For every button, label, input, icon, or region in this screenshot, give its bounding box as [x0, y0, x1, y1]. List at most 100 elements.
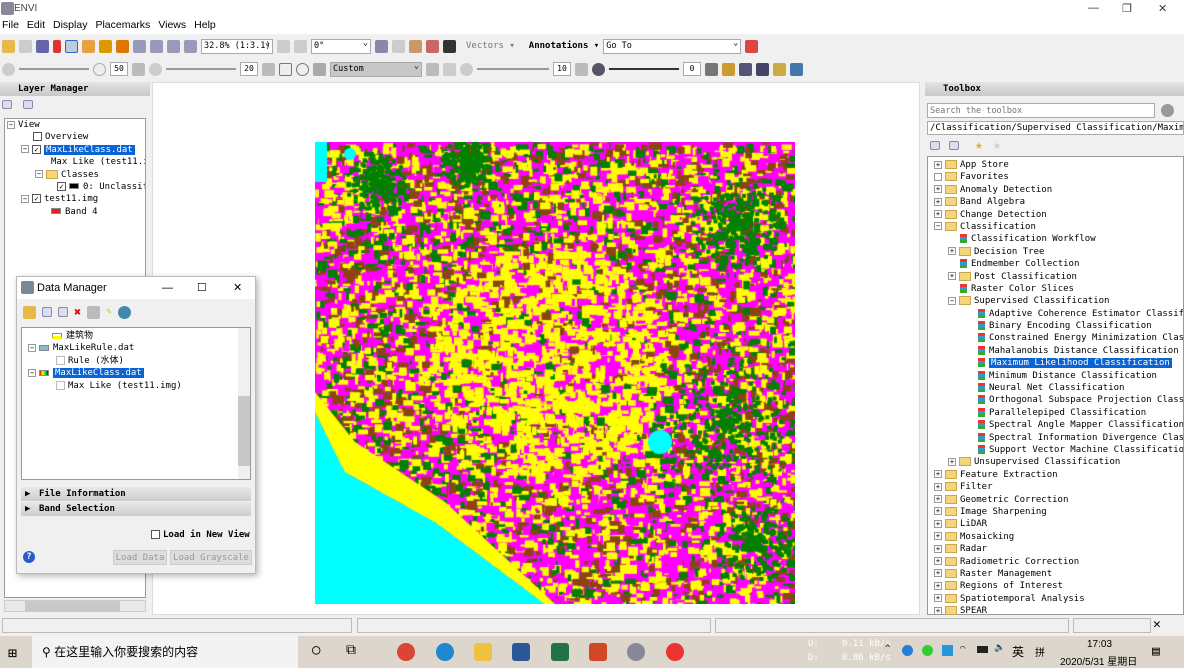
brightness-value[interactable]: 50 [110, 62, 128, 76]
tree-band[interactable]: Band 4 [7, 206, 145, 218]
clock-date[interactable]: 2020/5/31 星期日 [1060, 653, 1137, 668]
tree-class-item[interactable]: ✓ 0: Unclassif [7, 181, 145, 193]
roi-item[interactable]: 建筑物 [22, 330, 250, 342]
toolbox-folder[interactable]: + Anomaly Detection [934, 184, 1183, 196]
netease-music-icon[interactable] [666, 643, 684, 661]
select-icon[interactable] [65, 39, 78, 53]
toolbox-folder[interactable]: Favorites [934, 171, 1183, 183]
toolbox-folder[interactable]: + Raster Management [934, 568, 1183, 580]
windows-start-icon[interactable]: ⊞ [8, 644, 17, 662]
sharpen-slider[interactable] [477, 68, 549, 70]
toolbox-folder[interactable]: + Radar [934, 543, 1183, 555]
toolbox-tool[interactable]: Mahalanobis Distance Classification [934, 345, 1183, 357]
expand-icon[interactable] [949, 141, 959, 150]
reset-icon[interactable] [705, 62, 718, 76]
battery-icon[interactable] [977, 646, 988, 653]
toolbox-tool[interactable]: Neural Net Classification [934, 382, 1183, 394]
zoom-combo[interactable]: 32.8% (1:3.1) [201, 37, 273, 54]
toolbox-folder[interactable]: + SPEAR [934, 605, 1183, 617]
crosshair-icon[interactable] [375, 39, 388, 53]
tree-layer[interactable]: − ✓ MaxLikeClass.dat [7, 144, 145, 156]
move-down-icon[interactable] [58, 307, 68, 317]
class-file[interactable]: − MaxLikeClass.dat [22, 367, 250, 379]
toolbox-folder[interactable]: + Radiometric Correction [934, 556, 1183, 568]
toolbox-folder[interactable]: + LiDAR [934, 518, 1183, 530]
cancel-icon[interactable]: ✕ [1153, 617, 1161, 632]
stop-icon[interactable] [745, 39, 759, 53]
histogram-icon[interactable] [443, 62, 456, 76]
close-file-icon[interactable]: ✖ [74, 305, 81, 319]
zoom-in-icon[interactable] [150, 39, 163, 53]
rotation-combo[interactable]: 0° [311, 37, 371, 54]
close-button[interactable]: ✕ [1158, 2, 1167, 15]
toolbox-tool[interactable]: Raster Color Slices [934, 283, 1183, 295]
swipe-icon[interactable] [790, 62, 803, 76]
volume-icon[interactable]: 🔈 [994, 643, 1005, 653]
toolbox-folder[interactable]: + Band Algebra [934, 196, 1183, 208]
toolbox-tool[interactable]: Classification Workflow [934, 233, 1183, 245]
transparency-value[interactable]: 0 [683, 62, 701, 76]
zoom-icon[interactable] [133, 39, 146, 53]
chip-icon[interactable] [426, 39, 439, 53]
toolbox-tool[interactable]: Endmember Collection [934, 258, 1183, 270]
tray-app-icon[interactable] [942, 645, 953, 656]
open-icon[interactable] [2, 39, 15, 53]
band-selection-section[interactable]: ▶ Band Selection [21, 502, 251, 516]
clock-time[interactable]: 17:03 [1087, 639, 1112, 650]
refresh-icon[interactable] [117, 305, 131, 319]
rule-file[interactable]: − MaxLikeRule.dat [22, 342, 250, 354]
collapse-icon[interactable] [930, 141, 940, 150]
full-extent-icon[interactable] [296, 62, 309, 76]
toolbox-folder[interactable]: + Unsupervised Classification [934, 456, 1183, 468]
toolbox-tool[interactable]: Binary Encoding Classification [934, 320, 1183, 332]
tree-maxlike-band[interactable]: Max Like (test11.i [7, 156, 145, 168]
explorer-icon[interactable] [474, 643, 492, 661]
wechat-icon[interactable] [922, 645, 933, 656]
fly-icon[interactable] [99, 39, 112, 53]
transparency-slider[interactable] [609, 68, 679, 70]
toolbox-folder[interactable]: + Geometric Correction [934, 494, 1183, 506]
placemark-icon[interactable] [53, 39, 61, 53]
view-icon[interactable] [739, 62, 752, 76]
load-new-view-checkbox[interactable]: Load in New View [151, 530, 250, 540]
annotations-menu[interactable]: Annotations ▾ [529, 41, 599, 51]
notification-icon[interactable]: ▤ [1152, 644, 1160, 659]
help-icon[interactable]: ? [23, 551, 35, 563]
toolbox-folder[interactable]: + Spatiotemporal Analysis [934, 593, 1183, 605]
vectors-menu[interactable]: Vectors ▾ [466, 41, 515, 51]
toolbox-folder[interactable]: + Decision Tree [934, 246, 1183, 258]
toolbox-tool[interactable]: Maximum Likelihood Classification [934, 357, 1183, 369]
excel-icon[interactable] [551, 643, 569, 661]
ime-language[interactable]: 英 [1012, 643, 1024, 660]
move-up-icon[interactable] [42, 307, 52, 317]
extent-icon[interactable] [279, 62, 292, 76]
toolbox-folder[interactable]: − Supervised Classification [934, 295, 1183, 307]
profile-icon[interactable] [392, 39, 405, 53]
stretch-combo[interactable]: Custom [330, 60, 422, 77]
pan-icon[interactable] [82, 39, 95, 53]
contrast-slider[interactable] [166, 68, 236, 70]
tray-chevron-icon[interactable]: ^ [885, 644, 890, 654]
refresh-icon[interactable] [1161, 104, 1174, 117]
rotate-right-icon[interactable] [294, 39, 307, 53]
tray-app-icon[interactable] [902, 645, 913, 656]
toolbox-tool[interactable]: Minimum Distance Classification [934, 370, 1183, 382]
toolbox-folder[interactable]: + Mosaicking [934, 531, 1183, 543]
classification-image[interactable] [315, 142, 795, 604]
maximize-button[interactable]: ❐ [1122, 2, 1132, 15]
cortana-icon[interactable]: ○ [312, 642, 320, 658]
toolbox-folder[interactable]: − Classification [934, 221, 1183, 233]
toolbox-tool[interactable]: Spectral Angle Mapper Classification [934, 419, 1183, 431]
powerpoint-icon[interactable] [589, 643, 607, 661]
portal-icon[interactable] [756, 62, 769, 76]
open-file-icon[interactable] [23, 305, 36, 319]
toolbox-folder[interactable]: + Feature Extraction [934, 469, 1183, 481]
refresh-icon[interactable] [426, 62, 439, 76]
blend-icon[interactable] [773, 62, 786, 76]
file-information-section[interactable]: ▶ File Information [21, 487, 251, 501]
measure-icon[interactable] [722, 62, 735, 76]
ime-mode[interactable]: 拼 [1035, 644, 1045, 659]
minimize-button[interactable]: — [1088, 2, 1099, 14]
toolbox-tool[interactable]: Spectral Information Divergence Classifi [934, 432, 1183, 444]
zoom-out-icon[interactable] [167, 39, 180, 53]
